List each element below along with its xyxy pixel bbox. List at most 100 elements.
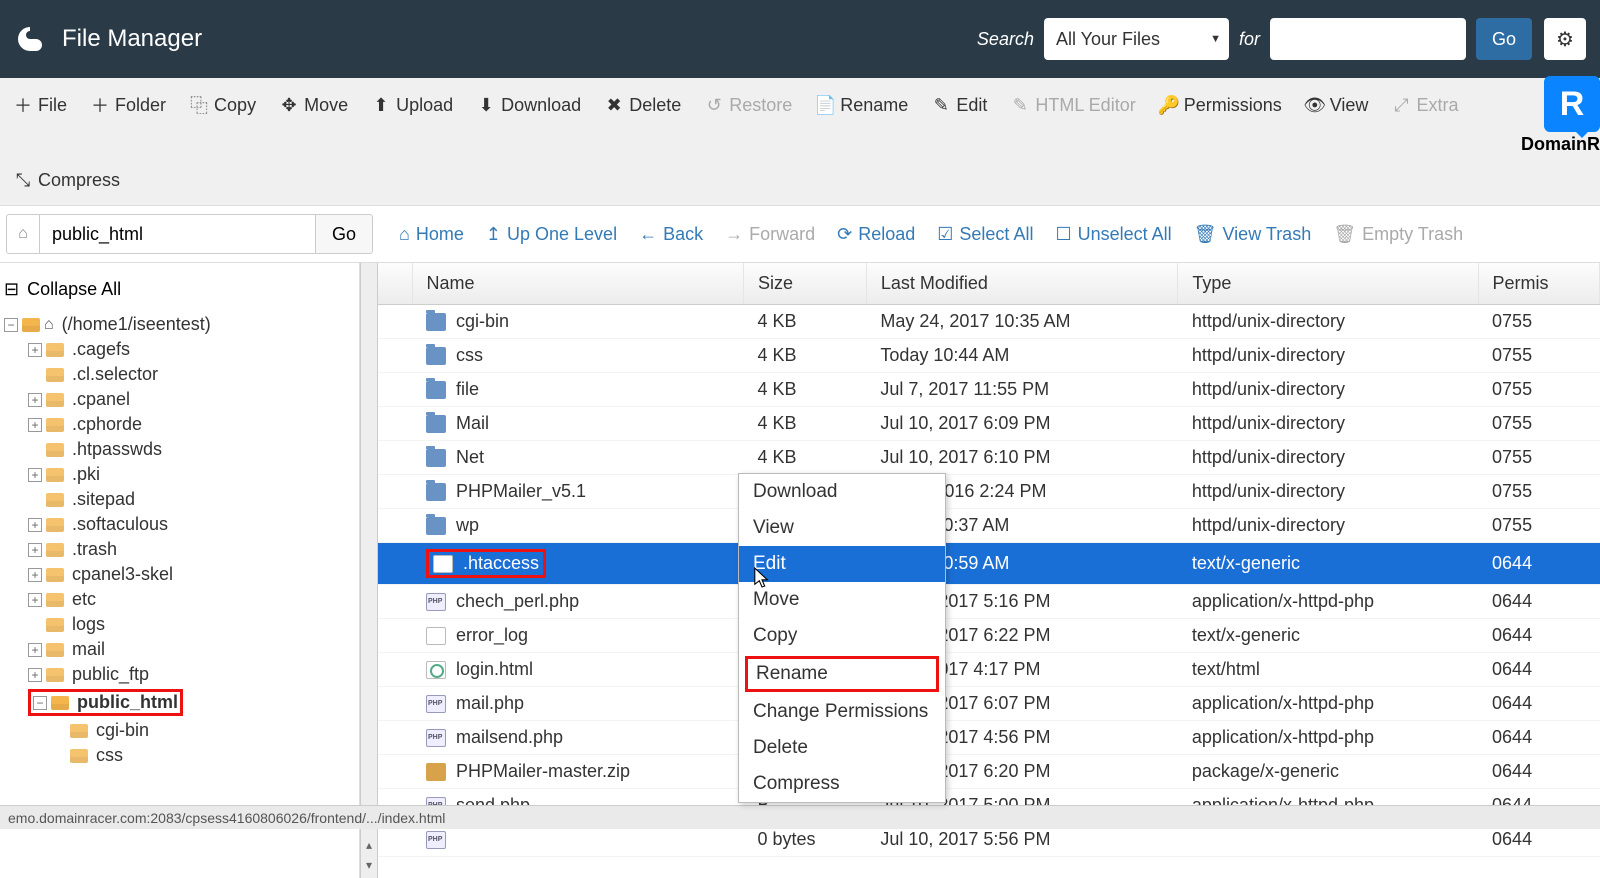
permissions-button[interactable]: 🔑Permissions	[1158, 89, 1284, 122]
table-row[interactable]: file4 KBJul 7, 2017 11:55 PMhttpd/unix-d…	[378, 373, 1600, 407]
nav-forward[interactable]: →Forward	[725, 224, 815, 245]
table-row[interactable]: PHPMailer_v5.1Jun 6, 2016 2:24 PMhttpd/u…	[378, 475, 1600, 509]
col-icon[interactable]	[378, 263, 412, 305]
search-go-button[interactable]: Go	[1476, 18, 1532, 60]
tree-item[interactable]: cgi-bin	[4, 718, 359, 743]
settings-button[interactable]: ⚙	[1544, 18, 1586, 60]
path-input[interactable]	[40, 214, 316, 254]
view-button[interactable]: 👁View	[1304, 89, 1371, 122]
html-editor-button[interactable]: ✎HTML Editor	[1009, 89, 1137, 122]
tree-item[interactable]: +public_ftp	[4, 662, 359, 687]
restore-button[interactable]: ↺Restore	[703, 89, 794, 122]
cell-perms: 0755	[1478, 475, 1599, 509]
search-input[interactable]	[1270, 18, 1466, 60]
tree-toggle[interactable]: +	[28, 418, 42, 432]
nav-empty-trash[interactable]: 🗑Empty Trash	[1333, 224, 1463, 245]
new-folder-button[interactable]: ＋Folder	[89, 86, 168, 124]
cell-modified: Jul 10, 2017 6:10 PM	[866, 441, 1178, 475]
context-menu-item[interactable]: Compress	[739, 766, 945, 802]
table-row[interactable]: mailsend.phpBJul 10, 2017 4:56 PMapplica…	[378, 721, 1600, 755]
context-menu-item[interactable]: Delete	[739, 730, 945, 766]
cell-name: cgi-bin	[412, 305, 743, 339]
tree-toggle[interactable]: +	[28, 518, 42, 532]
col-perms[interactable]: Permis	[1478, 263, 1599, 305]
tree-item[interactable]: +.cphorde	[4, 412, 359, 437]
nav-view-trash[interactable]: 🗑View Trash	[1194, 224, 1312, 245]
context-menu-item[interactable]: Change Permissions	[739, 694, 945, 730]
nav-up[interactable]: ↥Up One Level	[486, 224, 617, 245]
table-row[interactable]: css4 KBToday 10:44 AMhttpd/unix-director…	[378, 339, 1600, 373]
tree-toggle[interactable]: +	[28, 343, 42, 357]
tree-item[interactable]: +etc	[4, 587, 359, 612]
tree-item-label: logs	[72, 614, 105, 635]
tree-item[interactable]: .cl.selector	[4, 362, 359, 387]
context-menu-item[interactable]: Rename	[745, 656, 939, 692]
rename-button[interactable]: 📄Rename	[814, 89, 910, 122]
tree-toggle[interactable]: +	[28, 643, 42, 657]
upload-button[interactable]: ⬆Upload	[370, 89, 455, 122]
col-size[interactable]: Size	[743, 263, 866, 305]
table-row[interactable]: Net4 KBJul 10, 2017 6:10 PMhttpd/unix-di…	[378, 441, 1600, 475]
col-modified[interactable]: Last Modified	[866, 263, 1178, 305]
tree-item[interactable]: +.cpanel	[4, 387, 359, 412]
tree-toggle[interactable]: +	[28, 393, 42, 407]
nav-unselect-all[interactable]: ☐Unselect All	[1055, 224, 1171, 245]
tree-item[interactable]: +mail	[4, 637, 359, 662]
delete-button[interactable]: ✖Delete	[603, 89, 683, 122]
tree-item[interactable]: +.cagefs	[4, 337, 359, 362]
tree-toggle[interactable]: +	[28, 668, 42, 682]
file-type-icon	[426, 483, 446, 501]
move-button[interactable]: ✥Move	[278, 89, 350, 122]
home-button[interactable]: ⌂	[6, 214, 40, 254]
tree-item[interactable]: .htpasswds	[4, 437, 359, 462]
table-row[interactable]: PHPMailer-master.zipKBJul 10, 2017 6:20 …	[378, 755, 1600, 789]
edit-button[interactable]: ✎Edit	[930, 89, 989, 122]
table-row[interactable]: chech_perl.phpsJul 10, 2017 5:16 PMappli…	[378, 585, 1600, 619]
context-menu-item[interactable]: Edit	[739, 546, 945, 582]
copy-button[interactable]: ⿻Copy	[188, 86, 258, 124]
search-scope-select[interactable]: All Your Files ▼	[1044, 18, 1229, 60]
context-menu-item[interactable]: Copy	[739, 618, 945, 654]
tree-toggle[interactable]: −	[33, 696, 47, 710]
splitter-handle[interactable]: ▴▾	[360, 263, 378, 878]
table-row[interactable]: .htaccessToday 10:59 AMtext/x-generic064…	[378, 543, 1600, 585]
col-name[interactable]: Name	[412, 263, 743, 305]
table-row[interactable]: login.htmlesJul 8, 2017 4:17 PMtext/html…	[378, 653, 1600, 687]
nav-reload[interactable]: ⟳Reload	[837, 224, 915, 245]
tree-item[interactable]: css	[4, 743, 359, 768]
download-button[interactable]: ⬇Download	[475, 89, 583, 122]
tree-toggle[interactable]: +	[28, 543, 42, 557]
tree-item[interactable]: .sitepad	[4, 487, 359, 512]
table-row[interactable]: mail.phpJul 10, 2017 6:07 PMapplication/…	[378, 687, 1600, 721]
tree-item[interactable]: +.softaculous	[4, 512, 359, 537]
table-row[interactable]: error_logKBJul 10, 2017 6:22 PMtext/x-ge…	[378, 619, 1600, 653]
context-menu-item[interactable]: Move	[739, 582, 945, 618]
tree-toggle[interactable]: +	[28, 593, 42, 607]
tree-item-label: .trash	[72, 539, 117, 560]
extract-button[interactable]: ⤢Extra	[1390, 89, 1460, 122]
tree-toggle[interactable]: −	[4, 318, 18, 332]
table-row[interactable]: Mail4 KBJul 10, 2017 6:09 PMhttpd/unix-d…	[378, 407, 1600, 441]
table-row[interactable]: wpToday 10:37 AMhttpd/unix-directory0755	[378, 509, 1600, 543]
tree-toggle[interactable]: +	[28, 468, 42, 482]
tree-item-label: public_html	[77, 692, 178, 713]
tree-item[interactable]: + .trash	[4, 537, 359, 562]
nav-home[interactable]: ⌂Home	[399, 224, 464, 245]
tree-toggle[interactable]: +	[28, 568, 42, 582]
tree-item[interactable]: +.pki	[4, 462, 359, 487]
nav-back[interactable]: ←Back	[639, 224, 703, 245]
path-go-button[interactable]: Go	[316, 214, 373, 254]
tree-item[interactable]: logs	[4, 612, 359, 637]
nav-select-all[interactable]: ☑Select All	[937, 224, 1033, 245]
context-menu-item[interactable]: Download	[739, 474, 945, 510]
tree-item[interactable]: − public_html	[4, 687, 359, 718]
new-file-button[interactable]: ＋File	[12, 86, 69, 124]
table-row[interactable]: cgi-bin4 KBMay 24, 2017 10:35 AMhttpd/un…	[378, 305, 1600, 339]
compress-button[interactable]: ⤡Compress	[12, 164, 122, 197]
tree-root-label[interactable]: (/home1/iseentest)	[62, 314, 211, 335]
collapse-all-button[interactable]: ⊟ Collapse All	[0, 271, 359, 312]
cell-size: 4 KB	[743, 407, 866, 441]
tree-item[interactable]: +cpanel3-skel	[4, 562, 359, 587]
context-menu-item[interactable]: View	[739, 510, 945, 546]
col-type[interactable]: Type	[1178, 263, 1478, 305]
